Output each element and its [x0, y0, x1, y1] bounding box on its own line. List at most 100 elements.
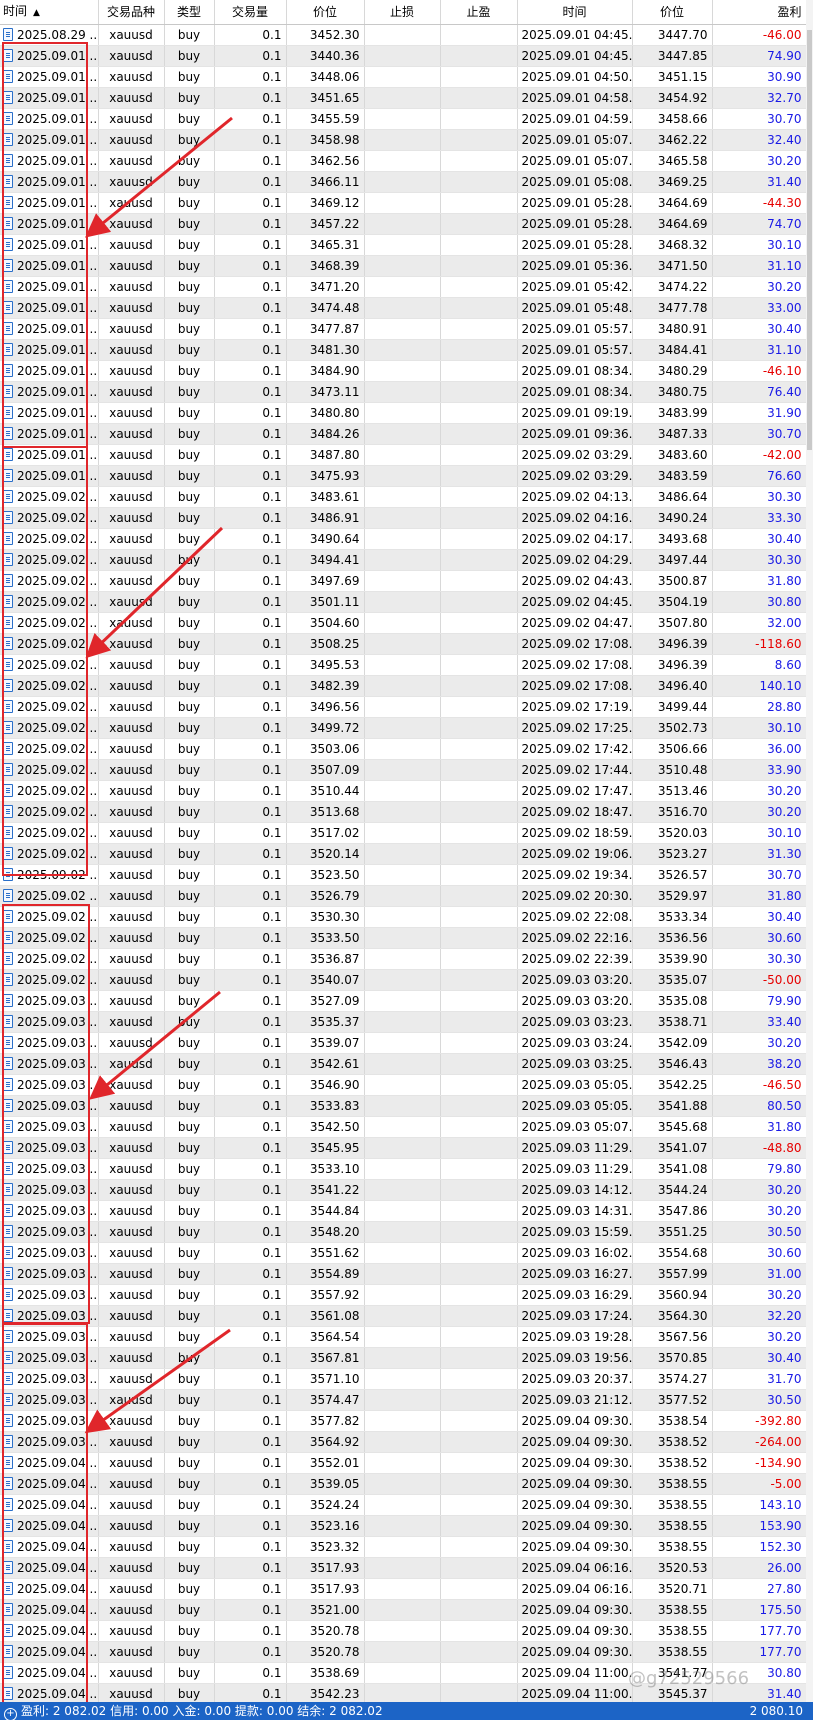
- table-row[interactable]: 2025.09.03 ... xauusd buy 0.1 3574.47 2025.09…: [0, 1389, 807, 1411]
- table-row[interactable]: 2025.09.04 ... xauusd buy 0.1 3521.00 2025.09…: [0, 1599, 807, 1621]
- table-row[interactable]: 2025.09.01 ... xauusd buy 0.1 3475.93 2025.09…: [0, 465, 807, 487]
- table-row[interactable]: 2025.09.03 ... xauusd buy 0.1 3533.83 2025.09…: [0, 1095, 807, 1117]
- table-row[interactable]: 2025.09.03 ... xauusd buy 0.1 3551.62 2025.09…: [0, 1242, 807, 1264]
- table-row[interactable]: 2025.09.04 ... xauusd buy 0.1 3523.16 2025.09…: [0, 1515, 807, 1537]
- table-row[interactable]: 2025.09.04 ... xauusd buy 0.1 3524.24 2025.09…: [0, 1494, 807, 1516]
- table-row[interactable]: 2025.09.01 ... xauusd buy 0.1 3471.20 2025.09…: [0, 276, 807, 298]
- table-row[interactable]: 2025.09.01 ... xauusd buy 0.1 3473.11 2025.09…: [0, 381, 807, 403]
- table-row[interactable]: 2025.09.01 ... xauusd buy 0.1 3484.26 2025.09…: [0, 423, 807, 445]
- table-row[interactable]: 2025.09.02 ... xauusd buy 0.1 3496.56 2025.09…: [0, 696, 807, 718]
- col-header-volume[interactable]: 交易量: [214, 0, 287, 25]
- table-row[interactable]: 2025.09.03 ... xauusd buy 0.1 3542.50 2025.09…: [0, 1116, 807, 1138]
- col-header-type[interactable]: 类型: [164, 0, 215, 25]
- col-header-profit[interactable]: 盈利: [712, 0, 807, 25]
- table-row[interactable]: 2025.09.02 ... xauusd buy 0.1 3486.91 2025.09…: [0, 507, 807, 529]
- table-row[interactable]: 2025.09.04 ... xauusd buy 0.1 3517.93 2025.09…: [0, 1557, 807, 1579]
- table-row[interactable]: 2025.09.02 ... xauusd buy 0.1 3510.44 2025.09…: [0, 780, 807, 802]
- table-row[interactable]: 2025.09.04 ... xauusd buy 0.1 3520.78 2025.09…: [0, 1620, 807, 1642]
- cell-open-time: 2025.09.03 ...: [0, 1242, 99, 1264]
- table-row[interactable]: 2025.09.02 ... xauusd buy 0.1 3494.41 2025.09…: [0, 549, 807, 571]
- table-row[interactable]: 2025.09.02 ... xauusd buy 0.1 3526.79 2025.09…: [0, 885, 807, 907]
- table-row[interactable]: 2025.09.01 ... xauusd buy 0.1 3480.80 2025.09…: [0, 402, 807, 424]
- col-header-tp[interactable]: 止盈: [440, 0, 518, 25]
- table-row[interactable]: 2025.09.01 ... xauusd buy 0.1 3481.30 2025.09…: [0, 339, 807, 361]
- table-row[interactable]: 2025.09.01 ... xauusd buy 0.1 3474.48 2025.09…: [0, 297, 807, 319]
- col-header-close-time[interactable]: 时间: [517, 0, 633, 25]
- table-row[interactable]: 2025.09.02 ... xauusd buy 0.1 3499.72 2025.09…: [0, 717, 807, 739]
- cell-close-time: 2025.09.02 22:39...: [517, 948, 633, 970]
- table-row[interactable]: 2025.09.02 ... xauusd buy 0.1 3520.14 2025.09…: [0, 843, 807, 865]
- table-row[interactable]: 2025.09.02 ... xauusd buy 0.1 3507.09 2025.09…: [0, 759, 807, 781]
- cell-volume: 0.1: [214, 339, 287, 361]
- table-row[interactable]: 2025.09.01 ... xauusd buy 0.1 3455.59 2025.09…: [0, 108, 807, 130]
- table-row[interactable]: 2025.09.03 ... xauusd buy 0.1 3544.84 2025.09…: [0, 1200, 807, 1222]
- table-row[interactable]: 2025.09.04 ... xauusd buy 0.1 3523.32 2025.09…: [0, 1536, 807, 1558]
- cell-volume: 0.1: [214, 906, 287, 928]
- table-row[interactable]: 2025.09.01 ... xauusd buy 0.1 3457.22 2025.09…: [0, 213, 807, 235]
- table-row[interactable]: 2025.09.02 ... xauusd buy 0.1 3536.87 2025.09…: [0, 948, 807, 970]
- col-header-price[interactable]: 价位: [286, 0, 365, 25]
- table-row[interactable]: 2025.09.04 ... xauusd buy 0.1 3520.78 2025.09…: [0, 1641, 807, 1663]
- table-row[interactable]: 2025.09.03 ... xauusd buy 0.1 3571.10 2025.09…: [0, 1368, 807, 1390]
- table-row[interactable]: 2025.09.03 ... xauusd buy 0.1 3527.09 2025.09…: [0, 990, 807, 1012]
- scrollbar-thumb[interactable]: [807, 30, 812, 450]
- table-row[interactable]: 2025.09.01 ... xauusd buy 0.1 3451.65 2025.09…: [0, 87, 807, 109]
- table-row[interactable]: 2025.09.02 ... xauusd buy 0.1 3533.50 2025.09…: [0, 927, 807, 949]
- col-header-time[interactable]: 时间 ▲: [0, 0, 99, 25]
- table-row[interactable]: 2025.09.03 ... xauusd buy 0.1 3535.37 2025.09…: [0, 1011, 807, 1033]
- table-row[interactable]: 2025.09.02 ... xauusd buy 0.1 3497.69 2025.09…: [0, 570, 807, 592]
- open-time-text: 2025.09.03 ...: [17, 1015, 98, 1029]
- deal-document-icon: [3, 553, 13, 566]
- table-row[interactable]: 2025.09.02 ... xauusd buy 0.1 3523.50 2025.09…: [0, 864, 807, 886]
- table-row[interactable]: 2025.09.02 ... xauusd buy 0.1 3501.11 2025.09…: [0, 591, 807, 613]
- cell-profit: 30.60: [712, 1242, 807, 1264]
- table-row[interactable]: 2025.09.02 ... xauusd buy 0.1 3540.07 2025.09…: [0, 969, 807, 991]
- table-row[interactable]: 2025.09.02 ... xauusd buy 0.1 3504.60 2025.09…: [0, 612, 807, 634]
- table-row[interactable]: 2025.09.03 ... xauusd buy 0.1 3564.92 2025.09…: [0, 1431, 807, 1453]
- table-row[interactable]: 2025.08.29 ... xauusd buy 0.1 3452.30 2025.09…: [0, 24, 807, 46]
- table-row[interactable]: 2025.09.03 ... xauusd buy 0.1 3554.89 2025.09…: [0, 1263, 807, 1285]
- table-row[interactable]: 2025.09.03 ... xauusd buy 0.1 3542.61 2025.09…: [0, 1053, 807, 1075]
- open-time-text: 2025.09.03 ...: [17, 1078, 98, 1092]
- table-row[interactable]: 2025.09.02 ... xauusd buy 0.1 3513.68 2025.09…: [0, 801, 807, 823]
- table-row[interactable]: 2025.09.03 ... xauusd buy 0.1 3561.08 2025.09…: [0, 1305, 807, 1327]
- table-row[interactable]: 2025.09.03 ... xauusd buy 0.1 3546.90 2025.09…: [0, 1074, 807, 1096]
- table-row[interactable]: 2025.09.01 ... xauusd buy 0.1 3484.90 2025.09…: [0, 360, 807, 382]
- col-header-sl[interactable]: 止损: [364, 0, 441, 25]
- table-row[interactable]: 2025.09.01 ... xauusd buy 0.1 3462.56 2025.09…: [0, 150, 807, 172]
- table-row[interactable]: 2025.09.01 ... xauusd buy 0.1 3477.87 2025.09…: [0, 318, 807, 340]
- table-row[interactable]: 2025.09.01 ... xauusd buy 0.1 3465.31 2025.09…: [0, 234, 807, 256]
- table-row[interactable]: 2025.09.01 ... xauusd buy 0.1 3468.39 2025.09…: [0, 255, 807, 277]
- table-row[interactable]: 2025.09.03 ... xauusd buy 0.1 3548.20 2025.09…: [0, 1221, 807, 1243]
- table-row[interactable]: 2025.09.04 ... xauusd buy 0.1 3539.05 2025.09…: [0, 1473, 807, 1495]
- table-row[interactable]: 2025.09.01 ... xauusd buy 0.1 3487.80 2025.09…: [0, 444, 807, 466]
- table-row[interactable]: 2025.09.01 ... xauusd buy 0.1 3466.11 2025.09…: [0, 171, 807, 193]
- col-header-symbol[interactable]: 交易品种: [98, 0, 165, 25]
- table-row[interactable]: 2025.09.03 ... xauusd buy 0.1 3545.95 2025.09…: [0, 1137, 807, 1159]
- table-row[interactable]: 2025.09.02 ... xauusd buy 0.1 3503.06 2025.09…: [0, 738, 807, 760]
- vertical-scrollbar[interactable]: [806, 0, 813, 1702]
- table-row[interactable]: 2025.09.04 ... xauusd buy 0.1 3517.93 2025.09…: [0, 1578, 807, 1600]
- table-row[interactable]: 2025.09.03 ... xauusd buy 0.1 3533.10 2025.09…: [0, 1158, 807, 1180]
- table-row[interactable]: 2025.09.03 ... xauusd buy 0.1 3577.82 2025.09…: [0, 1410, 807, 1432]
- table-row[interactable]: 2025.09.02 ... xauusd buy 0.1 3517.02 2025.09…: [0, 822, 807, 844]
- table-row[interactable]: 2025.09.02 ... xauusd buy 0.1 3495.53 2025.09…: [0, 654, 807, 676]
- table-row[interactable]: 2025.09.03 ... xauusd buy 0.1 3567.81 2025.09…: [0, 1347, 807, 1369]
- cell-tp: [440, 66, 518, 88]
- table-row[interactable]: 2025.09.03 ... xauusd buy 0.1 3557.92 2025.09…: [0, 1284, 807, 1306]
- table-row[interactable]: 2025.09.04 ... xauusd buy 0.1 3552.01 2025.09…: [0, 1452, 807, 1474]
- col-header-close-price[interactable]: 价位: [632, 0, 713, 25]
- table-row[interactable]: 2025.09.03 ... xauusd buy 0.1 3539.07 2025.09…: [0, 1032, 807, 1054]
- table-row[interactable]: 2025.09.02 ... xauusd buy 0.1 3482.39 2025.09…: [0, 675, 807, 697]
- table-row[interactable]: 2025.09.01 ... xauusd buy 0.1 3440.36 2025.09…: [0, 45, 807, 67]
- table-row[interactable]: 2025.09.02 ... xauusd buy 0.1 3530.30 2025.09…: [0, 906, 807, 928]
- table-row[interactable]: 2025.09.02 ... xauusd buy 0.1 3508.25 2025.09…: [0, 633, 807, 655]
- table-row[interactable]: 2025.09.02 ... xauusd buy 0.1 3490.64 2025.09…: [0, 528, 807, 550]
- table-row[interactable]: 2025.09.03 ... xauusd buy 0.1 3541.22 2025.09…: [0, 1179, 807, 1201]
- table-row[interactable]: 2025.09.01 ... xauusd buy 0.1 3458.98 2025.09…: [0, 129, 807, 151]
- table-row[interactable]: 2025.09.03 ... xauusd buy 0.1 3564.54 2025.09…: [0, 1326, 807, 1348]
- table-row[interactable]: 2025.09.02 ... xauusd buy 0.1 3483.61 2025.09…: [0, 486, 807, 508]
- expand-plus-icon[interactable]: +: [4, 1708, 17, 1721]
- table-row[interactable]: 2025.09.01 ... xauusd buy 0.1 3469.12 2025.09…: [0, 192, 807, 214]
- table-row[interactable]: 2025.09.01 ... xauusd buy 0.1 3448.06 2025.09…: [0, 66, 807, 88]
